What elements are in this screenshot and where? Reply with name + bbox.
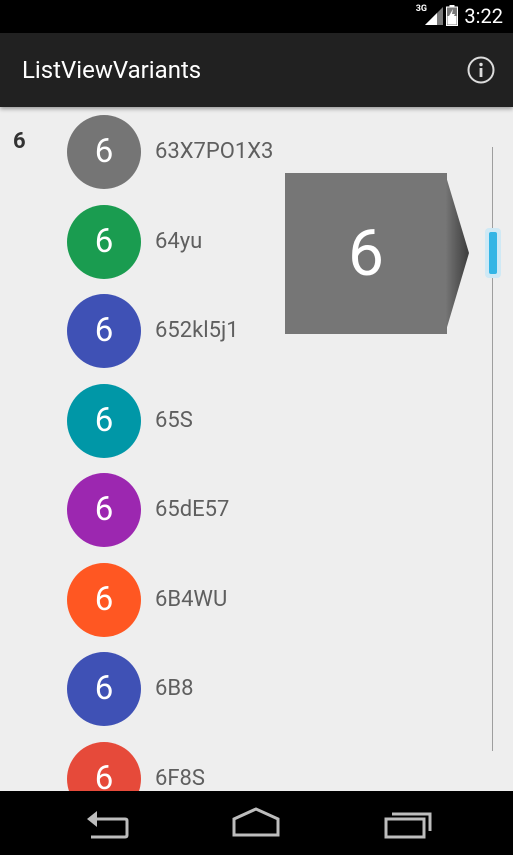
avatar: 6 (67, 562, 141, 637)
avatar: 6 (67, 204, 141, 279)
list-item[interactable]: 6 65S (0, 383, 513, 474)
avatar: 6 (67, 473, 141, 547)
list-item-label: 65dE57 (155, 497, 230, 522)
avatar: 6 (67, 741, 141, 791)
home-icon[interactable] (226, 805, 286, 841)
list-item-label: 65S (155, 407, 193, 433)
list-content[interactable]: 6 6 63X7PO1X3 6 64yu 6 652kl5j1 6 65S 6 65dE57 6 6B… (0, 107, 513, 791)
list-item[interactable]: 6 6B4WU (0, 562, 513, 653)
list-item-label: 6B8 (155, 676, 194, 701)
battery-icon (446, 5, 458, 26)
list-item-label: 63X7PO1X3 (155, 139, 274, 164)
list-item-label: 6B4WU (155, 586, 228, 612)
status-bar: 3G 3:22 (0, 0, 513, 33)
avatar: 6 (67, 652, 141, 726)
avatar: 6 (67, 115, 141, 189)
list-item[interactable]: 6 6B8 (0, 652, 513, 742)
list-item-label: 652kl5j1 (155, 318, 239, 343)
back-icon[interactable] (77, 805, 137, 841)
list-item[interactable]: 6 6F8S (0, 741, 513, 791)
app-bar: ListViewVariants (0, 33, 513, 107)
fast-scroll-preview: 6 (285, 173, 471, 334)
navigation-bar (0, 791, 513, 855)
info-icon[interactable] (467, 56, 495, 84)
fast-scroll-thumb[interactable] (485, 228, 501, 278)
list-item-label: 6F8S (155, 765, 205, 791)
list-item-label: 64yu (155, 228, 203, 254)
list-item[interactable]: 6 65dE57 (0, 473, 513, 563)
preview-letter: 6 (348, 216, 384, 291)
avatar: 6 (67, 294, 141, 368)
recents-icon[interactable] (378, 805, 438, 841)
signal-icon (425, 7, 443, 25)
app-title: ListViewVariants (22, 56, 202, 84)
avatar: 6 (67, 383, 141, 458)
status-time: 3:22 (464, 4, 503, 28)
